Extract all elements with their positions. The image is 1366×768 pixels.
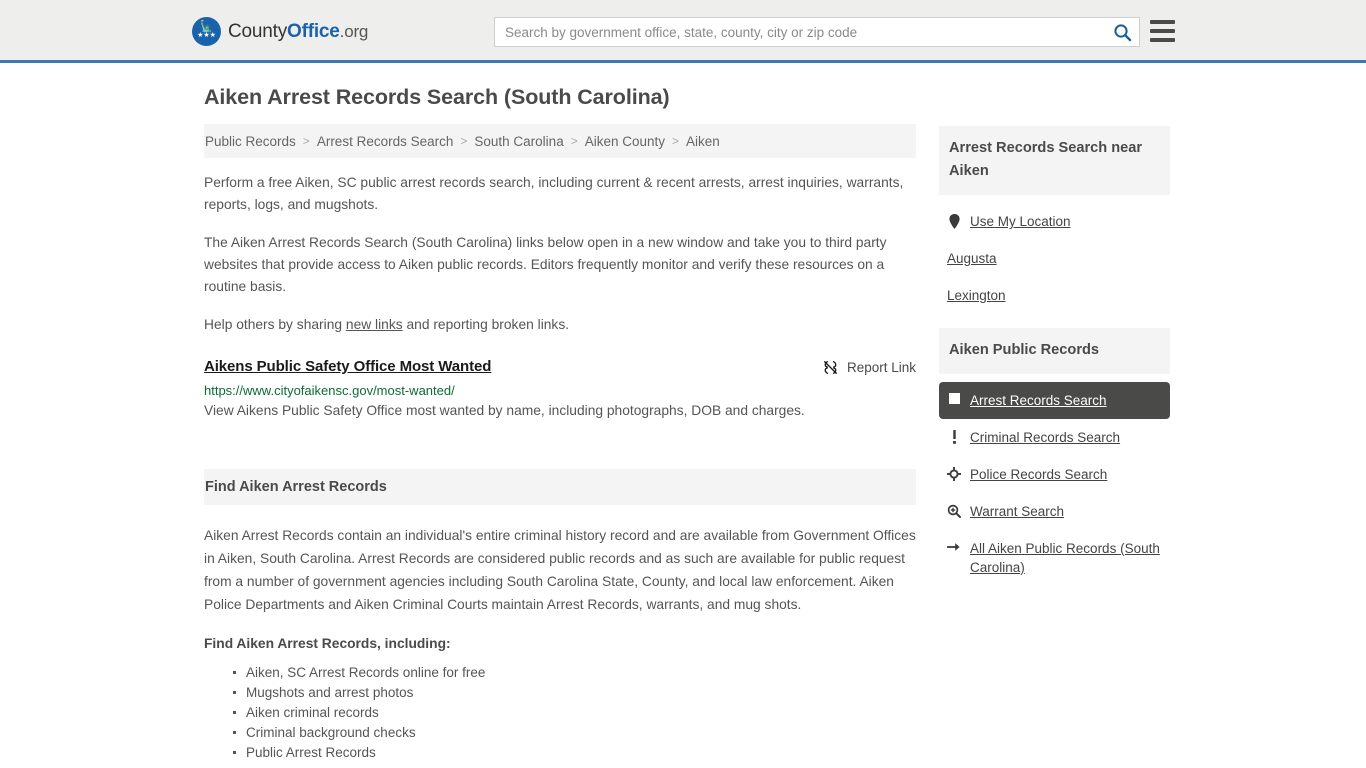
breadcrumb-separator: > — [672, 134, 680, 148]
sidebar-item-label: All Aiken Public Records (South Carolina… — [970, 541, 1160, 575]
sidebar-item-warrant-search[interactable]: Warrant Search — [939, 493, 1170, 530]
logo-text-org: .org — [339, 21, 369, 41]
sidebar-records-links: Arrest Records Search Criminal Records S… — [939, 374, 1170, 586]
help-paragraph: Help others by sharing new links and rep… — [204, 314, 916, 336]
hamburger-bar — [1150, 38, 1175, 42]
broken-link-icon — [823, 361, 837, 374]
report-link-button[interactable]: Report Link — [822, 359, 916, 376]
magnifier-plus-icon — [947, 504, 961, 518]
list-item: Aiken criminal records — [233, 703, 916, 723]
result-header-row: Aikens Public Safety Office Most Wanted … — [204, 358, 916, 376]
breadcrumb-item-aiken-county[interactable]: Aiken County — [585, 134, 665, 149]
breadcrumb-item-arrest-records-search[interactable]: Arrest Records Search — [317, 134, 454, 149]
sidebar-records-heading: Aiken Public Records — [949, 342, 1100, 358]
result-url: https://www.cityofaikensc.gov/most-wante… — [204, 383, 455, 398]
search-icon — [1113, 23, 1131, 41]
sidebar: Arrest Records Search near Aiken Use My … — [939, 126, 1170, 586]
logo-text-county: County — [228, 20, 288, 42]
report-link-label: Report Link — [846, 360, 916, 375]
sidebar-item-all-aiken-public-records[interactable]: All Aiken Public Records (South Carolina… — [939, 530, 1170, 586]
breadcrumb-item-public-records[interactable]: Public Records — [205, 134, 296, 149]
hamburger-bar — [1150, 20, 1175, 24]
main-content: Aiken Arrest Records Search (South Carol… — [204, 85, 916, 763]
sidebar-item-label: Augusta — [947, 251, 997, 266]
site-header: 🗽 ★★★ CountyOffice.org — [0, 0, 1366, 63]
map-pin-icon — [947, 214, 961, 229]
breadcrumb-separator: > — [302, 134, 310, 148]
square-icon — [947, 393, 961, 404]
site-logo[interactable]: 🗽 ★★★ CountyOffice.org — [192, 17, 368, 46]
arrow-right-icon — [947, 541, 961, 553]
search-button[interactable] — [1105, 18, 1139, 46]
sidebar-item-use-my-location[interactable]: Use My Location — [939, 203, 1170, 240]
breadcrumb-separator: > — [570, 134, 578, 148]
list-item: Aiken, SC Arrest Records online for free — [233, 663, 916, 683]
section-bullet-list: Aiken, SC Arrest Records online for free… — [204, 663, 916, 763]
list-item: Criminal background checks — [233, 723, 916, 743]
breadcrumb-separator: > — [460, 134, 468, 148]
intro-paragraph-1: Perform a free Aiken, SC public arrest r… — [204, 175, 904, 212]
sidebar-item-label: Warrant Search — [970, 504, 1065, 519]
sidebar-item-label: Police Records Search — [970, 467, 1108, 482]
breadcrumb: Public Records > Arrest Records Search >… — [204, 124, 916, 158]
sidebar-near-heading: Arrest Records Search near Aiken — [949, 140, 1143, 179]
sidebar-near-links: Use My Location Augusta Lexington — [939, 195, 1170, 314]
help-text-before: Help others by sharing — [204, 317, 346, 332]
sidebar-item-criminal-records-search[interactable]: Criminal Records Search — [939, 419, 1170, 456]
breadcrumb-item-south-carolina[interactable]: South Carolina — [474, 134, 563, 149]
new-links-link[interactable]: new links — [346, 317, 403, 332]
sidebar-item-arrest-records-search[interactable]: Arrest Records Search — [939, 382, 1170, 419]
section-body-text: Aiken Arrest Records contain an individu… — [204, 528, 916, 612]
breadcrumb-item-aiken[interactable]: Aiken — [686, 134, 720, 149]
sidebar-item-lexington[interactable]: Lexington — [939, 277, 1170, 314]
sidebar-records-heading-band: Aiken Public Records — [939, 328, 1170, 374]
sidebar-item-label: Lexington — [947, 288, 1006, 303]
exclamation-icon — [947, 430, 961, 444]
list-item: Mugshots and arrest photos — [233, 683, 916, 703]
crosshair-icon — [947, 467, 961, 481]
sidebar-item-label: Arrest Records Search — [970, 393, 1107, 408]
intro-paragraph-2: The Aiken Arrest Records Search (South C… — [204, 235, 887, 294]
page-title: Aiken Arrest Records Search (South Carol… — [204, 85, 670, 109]
result-description: View Aikens Public Safety Office most wa… — [204, 403, 805, 418]
hamburger-menu-icon[interactable] — [1150, 20, 1175, 42]
section-heading: Find Aiken Arrest Records — [205, 479, 387, 495]
sidebar-item-augusta[interactable]: Augusta — [939, 240, 1170, 277]
list-item: Public Arrest Records — [233, 743, 916, 763]
logo-text-office: Office — [287, 20, 340, 42]
sidebar-item-label: Use My Location — [970, 214, 1071, 229]
section-sub-heading: Find Aiken Arrest Records, including: — [204, 636, 451, 651]
logo-text: CountyOffice.org — [228, 21, 368, 43]
result-item: Aikens Public Safety Office Most Wanted … — [204, 358, 916, 422]
sidebar-near-heading-band: Arrest Records Search near Aiken — [939, 126, 1170, 195]
search-bar[interactable] — [494, 17, 1140, 47]
result-title-link[interactable]: Aikens Public Safety Office Most Wanted — [204, 358, 491, 375]
sidebar-item-label: Criminal Records Search — [970, 430, 1121, 445]
section-heading-band: Find Aiken Arrest Records — [204, 469, 916, 505]
search-input[interactable] — [495, 19, 1105, 45]
hamburger-bar — [1150, 29, 1175, 33]
eagle-stars-seal-icon: 🗽 ★★★ — [192, 17, 221, 46]
sidebar-item-police-records-search[interactable]: Police Records Search — [939, 456, 1170, 493]
help-text-after: and reporting broken links. — [402, 317, 570, 332]
